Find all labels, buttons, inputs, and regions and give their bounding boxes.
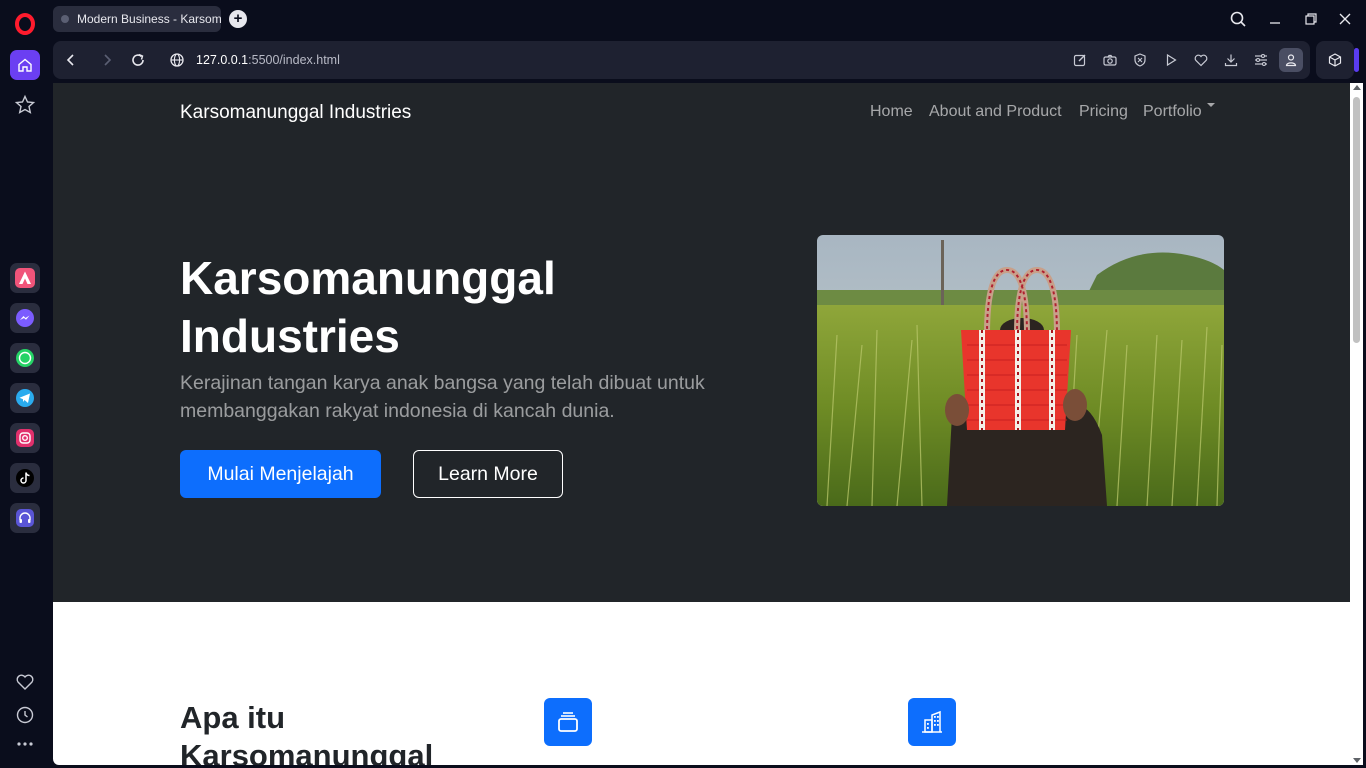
extensions-button[interactable] <box>1316 41 1354 79</box>
building-icon <box>922 710 942 733</box>
dropdown-caret-icon <box>1206 103 1215 107</box>
page-viewport: Karsomanunggal Industries Home About and… <box>53 83 1350 765</box>
features-title-line1: Apa itu <box>180 700 286 735</box>
sidebar-home-button[interactable] <box>10 50 40 80</box>
tiktok-icon <box>16 469 34 487</box>
page-scrollbar[interactable] <box>1350 83 1363 765</box>
nav-item-pricing[interactable]: Pricing <box>1079 103 1128 121</box>
forward-icon[interactable] <box>99 52 115 68</box>
back-icon[interactable] <box>63 52 79 68</box>
hero-title: Karsomanunggal Industries <box>180 249 740 365</box>
nav-item-home[interactable]: Home <box>870 103 913 121</box>
nav-link-portfolio[interactable]: Portfolio <box>1143 103 1202 121</box>
sidebar-app-instagram[interactable] <box>10 423 40 453</box>
learn-more-button[interactable]: Learn More <box>413 450 563 498</box>
history-clock-icon[interactable] <box>13 703 37 727</box>
hero-title-line2: Industries <box>180 310 400 362</box>
user-icon <box>1285 54 1297 67</box>
collection-icon <box>558 712 578 732</box>
telegram-icon <box>16 389 34 407</box>
new-tab-button[interactable]: + <box>229 10 247 28</box>
tab-title: Modern Business - Karsomanunggal Industr… <box>77 12 221 26</box>
close-icon[interactable] <box>1334 8 1356 30</box>
profile-button[interactable] <box>1279 48 1303 72</box>
feature-icon-box-2 <box>908 698 956 746</box>
whatsapp-icon <box>16 349 34 367</box>
tab-bar: Modern Business - Karsomanunggal Industr… <box>0 0 1366 38</box>
adblock-shield-icon[interactable] <box>1132 52 1148 68</box>
easy-setup-icon[interactable] <box>1253 52 1269 68</box>
reload-icon[interactable] <box>130 52 146 68</box>
messenger-icon <box>16 309 34 327</box>
cube-icon <box>1328 53 1342 67</box>
headphones-icon <box>16 509 34 527</box>
globe-icon[interactable] <box>169 52 185 68</box>
aria-icon <box>15 268 35 288</box>
minimize-icon[interactable] <box>1264 8 1286 30</box>
hero-section: Karsomanunggal Industries Home About and… <box>53 83 1350 602</box>
sidebar-app-messenger[interactable] <box>10 303 40 333</box>
sidebar-app-whatsapp[interactable] <box>10 343 40 373</box>
address-bar: 127.0.0.1:5500/index.html <box>53 41 1310 79</box>
tab-favicon-icon <box>61 15 69 23</box>
nav-item-about[interactable]: About and Product <box>929 103 1062 121</box>
camera-icon[interactable] <box>1102 52 1118 68</box>
download-icon[interactable] <box>1223 52 1239 68</box>
scroll-thumb[interactable] <box>1353 97 1360 343</box>
hero-lead-line2: membanggakan rakyat indonesia di kancah … <box>180 400 615 422</box>
hero-lead: Kerajinan tangan karya anak bangsa yang … <box>180 369 740 425</box>
sidebar-app-tiktok[interactable] <box>10 463 40 493</box>
hero-photo-illustration <box>817 235 1224 506</box>
browser-sidebar <box>0 38 50 768</box>
speed-dial-star-icon[interactable] <box>13 93 37 117</box>
features-title-line2: Karsomanunggal <box>180 738 434 765</box>
url-host: 127.0.0.1 <box>196 53 249 67</box>
sidebar-app-aria[interactable] <box>10 263 40 293</box>
sidebar-accent-bar <box>1354 48 1359 72</box>
opera-logo-icon[interactable] <box>12 11 38 37</box>
more-icon[interactable] <box>13 732 37 756</box>
feature-icon-box-1 <box>544 698 592 746</box>
edit-icon[interactable] <box>1072 52 1088 68</box>
nav-link-pricing[interactable]: Pricing <box>1079 103 1128 121</box>
scroll-up-arrow-icon[interactable] <box>1353 85 1361 90</box>
url-path: :5500/index.html <box>248 53 340 67</box>
hero-image <box>817 235 1224 506</box>
sidebar-app-telegram[interactable] <box>10 383 40 413</box>
nav-link-about[interactable]: About and Product <box>929 103 1062 121</box>
scroll-down-arrow-icon[interactable] <box>1353 758 1361 763</box>
instagram-icon <box>16 429 34 447</box>
hero-lead-line1: Kerajinan tangan karya anak bangsa yang … <box>180 372 705 394</box>
browser-tab[interactable]: Modern Business - Karsomanunggal Industr… <box>53 6 221 32</box>
nav-link-home[interactable]: Home <box>870 103 913 121</box>
pinboard-heart-icon[interactable] <box>13 670 37 694</box>
url-field[interactable]: 127.0.0.1:5500/index.html <box>196 53 340 67</box>
restore-icon[interactable] <box>1300 8 1322 30</box>
home-icon <box>18 58 32 72</box>
navbar-brand[interactable]: Karsomanunggal Industries <box>180 102 411 124</box>
hero-title-line1: Karsomanunggal <box>180 252 556 304</box>
search-tabs-icon[interactable] <box>1227 8 1249 30</box>
features-title: Apa itu Karsomanunggal <box>180 699 480 765</box>
sidebar-app-music[interactable] <box>10 503 40 533</box>
heart-icon[interactable] <box>1193 52 1209 68</box>
play-icon[interactable] <box>1163 52 1179 68</box>
nav-item-portfolio[interactable]: Portfolio <box>1143 103 1215 121</box>
explore-button[interactable]: Mulai Menjelajah <box>180 450 381 498</box>
